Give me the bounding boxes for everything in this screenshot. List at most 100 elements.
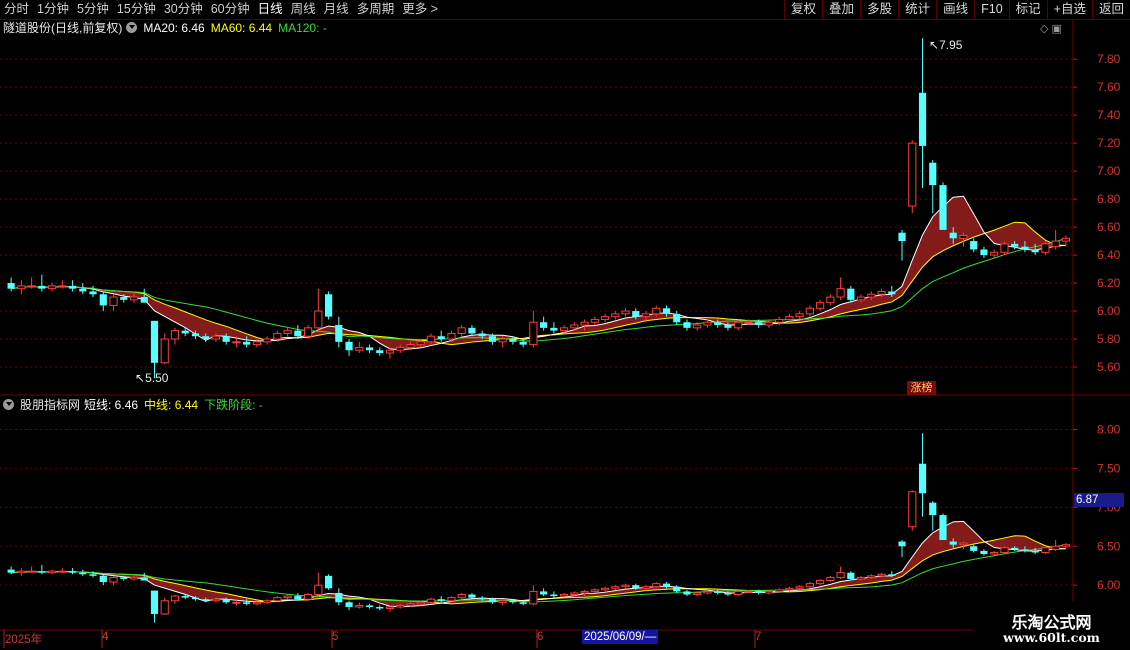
main-candle-body — [990, 251, 999, 256]
main-tick-label: 5.60 — [1097, 360, 1121, 374]
main-tick-label: 7.80 — [1097, 52, 1121, 66]
main-candle-body — [488, 336, 497, 342]
x-label-jun: 6 — [537, 631, 544, 643]
main-candle-body — [724, 325, 732, 328]
sub-candle-body — [939, 515, 947, 541]
sub-candle-body — [437, 599, 445, 601]
main-candle-body — [529, 321, 538, 346]
main-candle-body — [621, 310, 630, 315]
main-candle-body — [355, 346, 364, 351]
main-candle-body — [191, 333, 200, 337]
main-candle-body — [365, 347, 374, 351]
main-candle-body — [263, 338, 272, 343]
sub-candle-body — [283, 595, 292, 599]
sub-candle-body — [160, 600, 169, 615]
sub-candle-body — [27, 570, 36, 573]
ma20-value: MA20: 6.46 — [143, 21, 205, 35]
main-candle-body — [959, 234, 968, 239]
main-candle-body — [683, 322, 691, 328]
main-candle-body — [211, 335, 221, 340]
main-candle-body — [426, 335, 436, 343]
sub-candle-body — [79, 572, 87, 575]
main-ma120-line — [11, 238, 1067, 342]
main-candle-body — [150, 320, 159, 363]
indicator-dropdown-icon[interactable] — [3, 399, 14, 410]
sub-tick-label: 6.50 — [1097, 539, 1121, 553]
sub-candle-body — [294, 596, 302, 600]
main-candle-body — [580, 321, 589, 326]
ma120-value: MA120: - — [278, 21, 327, 35]
kline-chart[interactable]: 5.60 5.80 6.00 6.20 6.40 6.60 6.80 7.00 7.20 7.40… — [0, 0, 1130, 650]
main-candle-body — [714, 322, 722, 326]
main-candle-body — [129, 296, 139, 301]
sub-candle-body — [652, 583, 661, 588]
sub-candle-body — [17, 570, 26, 574]
main-candle-body — [160, 338, 169, 364]
sub-candle-body — [836, 572, 845, 578]
sub-candle-body — [856, 576, 866, 580]
sub-candle-body — [488, 599, 497, 603]
sub-candle-body — [324, 575, 333, 589]
sub-candle-body — [970, 546, 978, 551]
main-candle-body — [673, 313, 681, 323]
sub-candle-body — [109, 576, 118, 583]
main-candle-body — [314, 310, 323, 329]
sub-candle-body — [826, 576, 835, 582]
sub-candle-body — [641, 586, 651, 589]
sub-candle-body — [38, 571, 46, 573]
sub-candle-body — [580, 590, 589, 594]
sub-candle-body — [1011, 547, 1019, 550]
main-candle-body — [304, 327, 313, 337]
main-candle-body — [396, 346, 405, 351]
main-candle-body — [498, 338, 507, 343]
sub-candle-body — [170, 595, 180, 602]
sub-ma20-line — [11, 520, 1066, 608]
x-label-jul: 7 — [755, 631, 762, 643]
sub-candle-body — [877, 573, 886, 577]
main-candle-body — [519, 341, 527, 345]
sub-candle-body — [396, 604, 405, 608]
panel-icons[interactable]: ◇ ▣ — [1040, 22, 1062, 35]
watermark-url: www.60lt.com — [1003, 630, 1100, 645]
main-candle-body — [345, 341, 353, 351]
main-candle-body — [908, 142, 917, 207]
main-tick-label: 6.20 — [1097, 276, 1121, 290]
main-candle-body — [335, 325, 343, 342]
x-label-may: 5 — [332, 631, 339, 643]
main-candle-body — [89, 291, 97, 295]
sub-candle-body — [345, 602, 353, 607]
sub-candle-body — [990, 551, 999, 555]
sub-candle-body — [673, 586, 681, 592]
sub-candle-body — [662, 583, 671, 587]
main-candle-body — [693, 324, 702, 329]
sub-candle-body — [816, 580, 825, 585]
main-tick-label: 7.00 — [1097, 164, 1121, 178]
sub-candle-body — [929, 502, 937, 516]
sub-candle-body — [1031, 550, 1039, 553]
sub-candle-body — [232, 601, 241, 604]
sub-candle-body — [600, 587, 610, 591]
limit-up-badge[interactable]: 涨榜 — [907, 381, 936, 395]
sub-candle-body — [406, 603, 415, 606]
main-candle-body — [68, 285, 77, 289]
main-candle-body — [888, 291, 896, 295]
high-price-label: ↖7.95 — [929, 38, 963, 52]
main-candle-body — [918, 92, 927, 146]
settings-dropdown-icon[interactable] — [126, 22, 138, 33]
main-candle-body — [847, 288, 855, 300]
sub-candle-body — [980, 550, 988, 555]
stock-title[interactable]: 隧道股份(日线,前复权) — [3, 21, 122, 35]
main-candle-body — [1061, 237, 1070, 242]
sub-candle-body — [529, 590, 538, 605]
indicator-name[interactable]: 股朋指标网 — [20, 398, 80, 412]
main-tick-label: 6.60 — [1097, 220, 1121, 234]
sub-legend: 股朋指标网 短线: 6.46 中线: 6.44 下跌阶段: - — [3, 398, 269, 413]
sub-candle-body — [1051, 545, 1060, 550]
main-candle-body — [1031, 249, 1039, 253]
main-candle-body — [478, 333, 486, 337]
sub-candle-body — [263, 600, 272, 603]
sub-candle-body — [99, 575, 107, 583]
main-candle-body — [826, 296, 835, 304]
sub-candle-body — [714, 591, 722, 593]
x-label-year: 2025年 — [5, 634, 43, 646]
